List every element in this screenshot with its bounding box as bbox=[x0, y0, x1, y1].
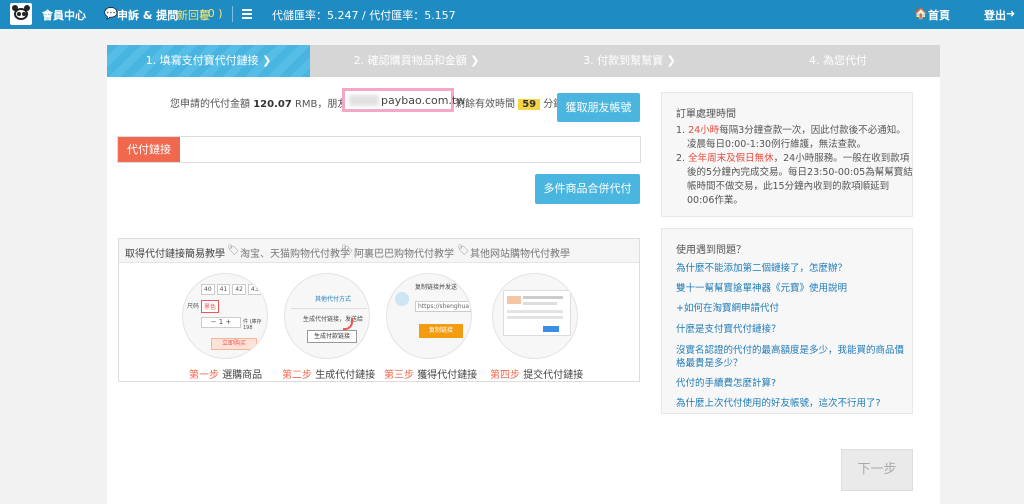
step-4: 4. 為您代付 bbox=[809, 54, 867, 67]
faq-link[interactable]: 雙十一幫幫寶搶單神器《元寶》使用說明 bbox=[676, 280, 847, 294]
order-item-2b: 後的5分鐘內完成交易。每日23:50-00:05為幫幫寶結 bbox=[687, 167, 913, 178]
home-link[interactable]: 首頁 bbox=[928, 7, 950, 23]
logout-icon: ➜ bbox=[1006, 7, 1016, 20]
merge-items-button[interactable]: 多件商品合併代付 bbox=[535, 174, 640, 204]
tutorial-image-step3: 复制链接并发送 https://shenghua 复制链接 bbox=[386, 273, 472, 359]
faq-panel: 使用遇到問題？ 為什麼不能添加第二個鏈接了，怎麼辦？ 雙十一幫幫寶搶單神器《元寶… bbox=[661, 228, 913, 414]
panda-avatar-icon[interactable] bbox=[10, 3, 32, 25]
faq-link[interactable]: +如何在淘寶網申請代付 bbox=[676, 300, 779, 314]
step-1: 1. 填寫支付寶代付鏈接 ❯ bbox=[107, 45, 310, 77]
get-friend-account-button[interactable]: 獲取朋友帳號 bbox=[557, 93, 640, 122]
order-time-title: 訂單處理時間 bbox=[676, 109, 736, 120]
order-item-1b: 凌晨每日0:00-1:30例行維護，無法查款。 bbox=[687, 139, 867, 150]
friend-account: paybao.com.tw bbox=[381, 94, 466, 107]
order-item-2c: 帳時間不做交易，此15分鐘內收到的款項順延到 bbox=[687, 181, 890, 192]
tutorial-image-step1: 40 41 42 43 尺码 黑色 − 1 + 件 (庫存198 立即购买 bbox=[182, 273, 268, 359]
faq-link[interactable]: 什麼是支付寶代付鏈接？ bbox=[676, 321, 781, 335]
minutes-badge: 59 bbox=[518, 99, 541, 110]
tutorial-image-step4 bbox=[492, 273, 578, 359]
faq-link[interactable]: 為什麼不能添加第二個鏈接了，怎麼辦？ bbox=[676, 260, 847, 274]
amount-value: 120.07 bbox=[253, 99, 292, 110]
logout-link[interactable]: 登出 bbox=[984, 7, 1006, 23]
payment-link-label: 代付鏈接 bbox=[118, 137, 180, 162]
tag-icon: 🏷 bbox=[457, 245, 470, 256]
faq-link[interactable]: 格最貴是多少？ bbox=[676, 355, 743, 369]
friend-account-box: paybao.com.tw bbox=[342, 88, 465, 112]
tutorial-panel: 取得代付鏈接簡易教學 🏷 淘宝、天猫购物代付教学 🏷 阿裏巴巴购物代付教学 🏷 … bbox=[118, 238, 640, 382]
complaint-link[interactable]: 申訴 & 提問 bbox=[117, 7, 178, 23]
payment-link-input[interactable] bbox=[182, 139, 636, 160]
step-3: 3. 付款到幫幫寶 ❯ bbox=[583, 54, 676, 67]
tag-icon: 🏷 bbox=[227, 245, 240, 256]
remaining-time: 剩餘有效時間 59 分鐘 bbox=[455, 99, 564, 110]
order-item-2d: 00:06作業。 bbox=[687, 195, 743, 206]
chat-icon: 💬 bbox=[104, 7, 118, 20]
order-time-panel: 訂單處理時間 1. 24小時每隔3分鐘查款一次，因此付款後不必通知。 凌晨每日0… bbox=[661, 92, 913, 217]
step1-caption: 第一步 選購商品 bbox=[189, 370, 263, 381]
top-nav-bar: 會員中心 💬 申訴 & 提問 新回覆 ( 0 ) 代儲匯率：5.247 / 代付… bbox=[0, 0, 1024, 29]
exchange-rate-text: 代儲匯率：5.247 / 代付匯率：5.157 bbox=[272, 9, 456, 22]
order-item-1: 1. 24小時每隔3分鐘查款一次，因此付款後不必通知。 bbox=[676, 125, 906, 136]
step-2: 2. 確認購買物品和金額 ❯ bbox=[353, 54, 480, 67]
divider bbox=[232, 6, 233, 22]
tutorial-title: 取得代付鏈接簡易教學 bbox=[125, 249, 225, 260]
step4-caption: 第四步 提交代付鏈接 bbox=[490, 370, 584, 381]
tutorial-tag-other[interactable]: 其他网站購物代付教學 bbox=[470, 245, 570, 260]
payment-link-row: 代付鏈接 bbox=[117, 136, 641, 163]
tag-icon: 🏷 bbox=[341, 245, 354, 256]
faq-link[interactable]: 為什麼上次代付使用的好友帳號，這次不行用了? bbox=[676, 395, 881, 409]
menu-icon[interactable] bbox=[242, 9, 252, 21]
home-icon: 🏠 bbox=[914, 7, 928, 20]
step3-caption: 第三步 獲得代付鏈接 bbox=[384, 370, 478, 381]
new-reply-count: ( 0 ) bbox=[200, 7, 223, 20]
next-step-button[interactable]: 下一步 bbox=[841, 449, 913, 491]
faq-link[interactable]: 沒實名認證的代付的最高額度是多少，我能買的商品價 bbox=[676, 342, 904, 356]
tutorial-image-step2: 其他代付方式 生成代付链接，发送给 生成付款链接 bbox=[284, 273, 370, 359]
faq-title: 使用遇到問題？ bbox=[676, 245, 746, 256]
faq-link[interactable]: 代付的手續費怎麼計算? bbox=[676, 375, 776, 389]
step2-caption: 第二步 生成代付鏈接 bbox=[282, 370, 376, 381]
tutorial-header: 取得代付鏈接簡易教學 🏷 淘宝、天猫购物代付教学 🏷 阿裏巴巴购物代付教学 🏷 … bbox=[119, 239, 639, 263]
tutorial-tag-taobao[interactable]: 淘宝、天猫购物代付教学 bbox=[240, 245, 350, 260]
progress-steps: 1. 填寫支付寶代付鏈接 ❯ 2. 確認購買物品和金額 ❯ 3. 付款到幫幫寶 … bbox=[107, 45, 940, 77]
order-item-2: 2. 全年周末及假日無休，24小時服務。一般在收到款項 bbox=[676, 153, 910, 164]
tutorial-tag-alibaba[interactable]: 阿裏巴巴购物代付教学 bbox=[354, 245, 454, 260]
member-center-link[interactable]: 會員中心 bbox=[42, 7, 86, 23]
request-info: 您申請的代付金額 120.07 RMB，朋友帳號 bbox=[170, 99, 368, 110]
